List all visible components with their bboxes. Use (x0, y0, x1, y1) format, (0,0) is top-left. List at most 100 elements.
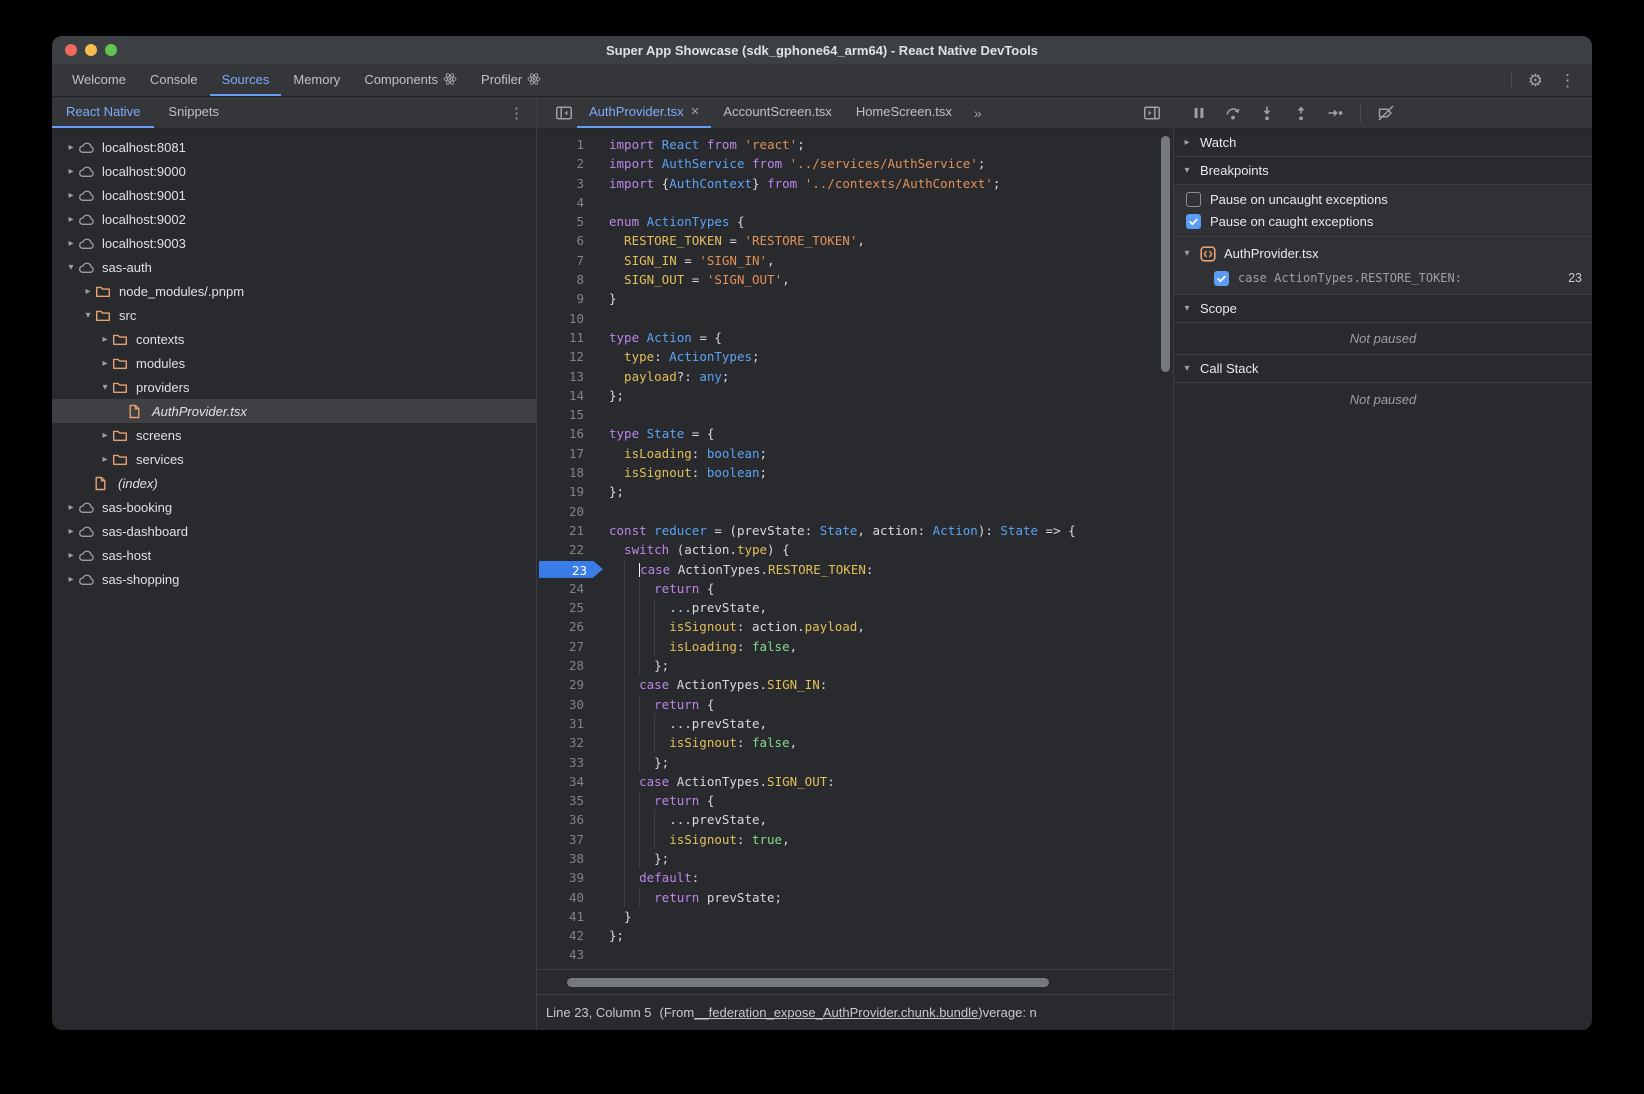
unchecked-checkbox[interactable] (1186, 192, 1201, 207)
line-number[interactable]: 20 (537, 502, 593, 521)
editor-tab-accountscreen-tsx[interactable]: AccountScreen.tsx (711, 97, 843, 128)
checked-checkbox[interactable] (1214, 271, 1229, 286)
line-number[interactable]: 16 (537, 424, 593, 443)
code-line-22[interactable]: 22 switch (action.type) { (537, 540, 1173, 559)
code-line-5[interactable]: 5enum ActionTypes { (537, 212, 1173, 231)
line-number[interactable]: 10 (537, 309, 593, 328)
code-line-29[interactable]: 29 case ActionTypes.SIGN_IN: (537, 675, 1173, 694)
editor-tab-authprovider-tsx[interactable]: AuthProvider.tsx× (577, 97, 711, 128)
code-line-11[interactable]: 11type Action = { (537, 328, 1173, 347)
code-line-7[interactable]: 7 SIGN_IN = 'SIGN_IN', (537, 251, 1173, 270)
line-number[interactable]: 11 (537, 328, 593, 347)
watch-section-header[interactable]: ▸ Watch (1174, 129, 1592, 157)
code-line-4[interactable]: 4 (537, 193, 1173, 212)
line-number[interactable]: 25 (537, 598, 593, 617)
code-line-36[interactable]: 36 ...prevState, (537, 810, 1173, 829)
code-line-33[interactable]: 33 }; (537, 753, 1173, 772)
tree-item-sas-shopping[interactable]: ▸sas-shopping (52, 567, 536, 591)
toggle-navigator-icon[interactable] (551, 97, 577, 128)
collapsed-arrow-icon[interactable]: ▸ (64, 214, 78, 225)
checked-checkbox[interactable] (1186, 214, 1201, 229)
collapsed-arrow-icon[interactable]: ▸ (64, 190, 78, 201)
line-number[interactable]: 28 (537, 656, 593, 675)
tab-profiler[interactable]: Profiler (469, 64, 553, 96)
code-line-25[interactable]: 25 ...prevState, (537, 598, 1173, 617)
line-number[interactable]: 36 (537, 810, 593, 829)
tree-item-contexts[interactable]: ▸contexts (52, 327, 536, 351)
tab-memory[interactable]: Memory (281, 64, 352, 96)
code-line-9[interactable]: 9} (537, 289, 1173, 308)
collapsed-arrow-icon[interactable]: ▸ (64, 574, 78, 585)
line-number[interactable]: 30 (537, 695, 593, 714)
collapsed-arrow-icon[interactable]: ▸ (64, 550, 78, 561)
navigator-tab-snippets[interactable]: Snippets (154, 97, 233, 128)
line-number[interactable]: 5 (537, 212, 593, 231)
tree-item-localhost-8081[interactable]: ▸localhost:8081 (52, 135, 536, 159)
line-number[interactable]: 9 (537, 289, 593, 308)
code-line-3[interactable]: 3import {AuthContext} from '../contexts/… (537, 174, 1173, 193)
expanded-arrow-icon[interactable]: ▾ (98, 382, 112, 393)
line-number[interactable]: 4 (537, 193, 593, 212)
code-line-32[interactable]: 32 isSignout: false, (537, 733, 1173, 752)
tab-sources[interactable]: Sources (210, 64, 282, 96)
line-number[interactable]: 40 (537, 888, 593, 907)
code-line-2[interactable]: 2import AuthService from '../services/Au… (537, 154, 1173, 173)
editor-horizontal-scrollbar[interactable] (537, 969, 1173, 994)
line-number[interactable]: 41 (537, 907, 593, 926)
code-line-20[interactable]: 20 (537, 502, 1173, 521)
collapsed-arrow-icon[interactable]: ▸ (81, 286, 95, 297)
breakpoints-section-header[interactable]: ▾ Breakpoints (1174, 157, 1592, 185)
code-line-10[interactable]: 10 (537, 309, 1173, 328)
maximize-window-button[interactable] (105, 44, 117, 56)
line-number[interactable]: 6 (537, 231, 593, 250)
expanded-arrow-icon[interactable]: ▾ (64, 262, 78, 273)
line-number[interactable]: 24 (537, 579, 593, 598)
step-into-icon[interactable] (1258, 104, 1276, 122)
line-number[interactable]: 7 (537, 251, 593, 270)
line-number[interactable]: 35 (537, 791, 593, 810)
line-number[interactable]: 39 (537, 868, 593, 887)
call-stack-section-header[interactable]: ▾ Call Stack (1174, 355, 1592, 383)
gear-icon[interactable]: ⚙ (1528, 72, 1543, 89)
code-line-39[interactable]: 39 default: (537, 868, 1173, 887)
collapsed-arrow-icon[interactable]: ▸ (64, 142, 78, 153)
toggle-debugger-icon[interactable] (1139, 97, 1173, 128)
line-number[interactable]: 12 (537, 347, 593, 366)
code-line-31[interactable]: 31 ...prevState, (537, 714, 1173, 733)
code-line-1[interactable]: 1import React from 'react'; (537, 135, 1173, 154)
step-icon[interactable] (1326, 104, 1344, 122)
expanded-arrow-icon[interactable]: ▾ (1174, 248, 1200, 259)
line-number[interactable]: 2 (537, 154, 593, 173)
line-number[interactable]: 14 (537, 386, 593, 405)
line-number[interactable]: 17 (537, 444, 593, 463)
code-line-6[interactable]: 6 RESTORE_TOKEN = 'RESTORE_TOKEN', (537, 231, 1173, 250)
code-line-13[interactable]: 13 payload?: any; (537, 367, 1173, 386)
tab-welcome[interactable]: Welcome (60, 64, 138, 96)
line-number[interactable]: 15 (537, 405, 593, 424)
line-number[interactable]: 21 (537, 521, 593, 540)
tree-item-localhost-9003[interactable]: ▸localhost:9003 (52, 231, 536, 255)
tree-item-sas-dashboard[interactable]: ▸sas-dashboard (52, 519, 536, 543)
tree-item--index-[interactable]: (index) (52, 471, 536, 495)
code-line-16[interactable]: 16type State = { (537, 424, 1173, 443)
breakpoint-file-group[interactable]: ▾AuthProvider.tsx (1174, 241, 1592, 266)
expanded-arrow-icon[interactable]: ▾ (81, 310, 95, 321)
code-line-15[interactable]: 15 (537, 405, 1173, 424)
tree-item-screens[interactable]: ▸screens (52, 423, 536, 447)
kebab-menu-icon[interactable]: ⋮ (1559, 72, 1576, 89)
line-number[interactable]: 3 (537, 174, 593, 193)
line-number[interactable]: 37 (537, 830, 593, 849)
minimize-window-button[interactable] (85, 44, 97, 56)
line-number[interactable]: 18 (537, 463, 593, 482)
code-editor[interactable]: 1import React from 'react';2import AuthS… (537, 129, 1173, 969)
code-line-21[interactable]: 21const reducer = (prevState: State, act… (537, 521, 1173, 540)
line-number[interactable]: 27 (537, 637, 593, 656)
line-number[interactable]: 31 (537, 714, 593, 733)
more-tabs-icon[interactable]: » (964, 97, 991, 128)
code-line-41[interactable]: 41 } (537, 907, 1173, 926)
tree-item-localhost-9002[interactable]: ▸localhost:9002 (52, 207, 536, 231)
code-line-34[interactable]: 34 case ActionTypes.SIGN_OUT: (537, 772, 1173, 791)
code-line-12[interactable]: 12 type: ActionTypes; (537, 347, 1173, 366)
code-line-17[interactable]: 17 isLoading: boolean; (537, 444, 1173, 463)
close-window-button[interactable] (65, 44, 77, 56)
